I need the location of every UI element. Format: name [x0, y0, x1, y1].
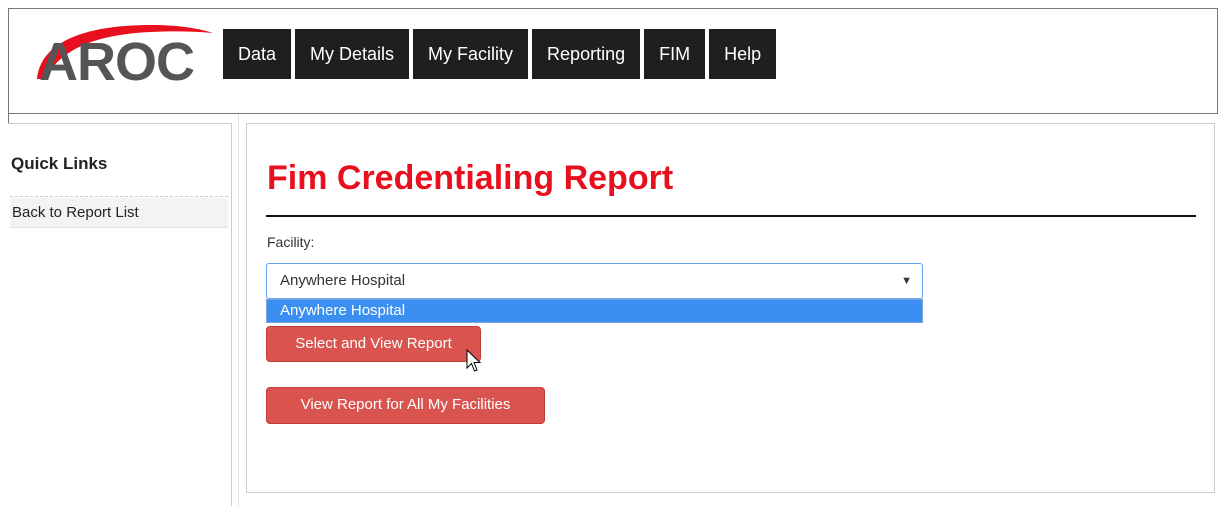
- facility-label: Facility:: [267, 234, 315, 250]
- facility-select-value: Anywhere Hospital: [280, 272, 406, 289]
- nav-item-my-details[interactable]: My Details: [295, 29, 410, 79]
- nav-item-reporting[interactable]: Reporting: [532, 29, 641, 79]
- aroc-logo[interactable]: AROC: [31, 19, 221, 99]
- dropdown-arrow-icon: ▼: [901, 275, 912, 287]
- nav-item-data[interactable]: Data: [223, 29, 292, 79]
- back-to-report-list-link[interactable]: Back to Report List: [10, 198, 228, 228]
- nav-item-my-facility[interactable]: My Facility: [413, 29, 529, 79]
- view-report-all-facilities-button[interactable]: View Report for All My Facilities: [266, 387, 545, 424]
- site-header: AROC Data My Details My Facility Reporti…: [8, 8, 1218, 114]
- nav-item-help[interactable]: Help: [709, 29, 777, 79]
- facility-option[interactable]: Anywhere Hospital: [267, 300, 922, 322]
- divider: [10, 196, 228, 197]
- mouse-pointer-icon: [466, 349, 482, 372]
- title-divider: [266, 215, 1196, 217]
- main-nav: Data My Details My Facility Reporting FI…: [223, 29, 777, 79]
- facility-select[interactable]: Anywhere Hospital ▼: [266, 263, 923, 299]
- facility-dropdown-list: Anywhere Hospital: [266, 299, 923, 323]
- quick-links-title: Quick Links: [11, 154, 108, 173]
- select-and-view-report-button[interactable]: Select and View Report: [266, 326, 481, 362]
- page-title: Fim Credentialing Report: [267, 159, 674, 197]
- nav-item-fim[interactable]: FIM: [644, 29, 706, 79]
- sidebar: [8, 123, 232, 506]
- logo-text: AROC: [39, 32, 195, 92]
